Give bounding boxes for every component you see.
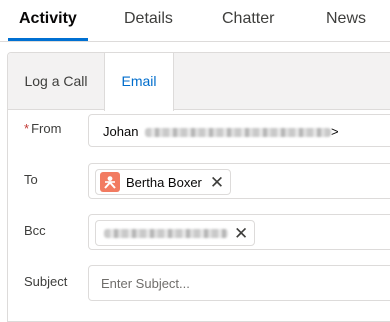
active-tab-indicator bbox=[8, 38, 88, 41]
from-value: Johan > bbox=[103, 124, 339, 139]
bcc-recipient-pill: ✕ bbox=[95, 220, 256, 246]
remove-bcc-close-icon[interactable]: ✕ bbox=[234, 225, 248, 242]
tab-details[interactable]: Details bbox=[124, 10, 173, 28]
bcc-label: Bcc bbox=[24, 223, 46, 238]
subject-input[interactable]: Enter Subject... bbox=[88, 265, 390, 301]
bcc-field[interactable]: ✕ bbox=[88, 214, 390, 250]
subject-placeholder: Enter Subject... bbox=[101, 276, 190, 291]
subtab-log-a-call[interactable]: Log a Call bbox=[8, 53, 104, 110]
redacted-email bbox=[145, 128, 332, 138]
tab-news[interactable]: News bbox=[326, 10, 366, 28]
from-field[interactable]: Johan > bbox=[88, 114, 390, 147]
composer-subtab-bar: Log a Call Email bbox=[8, 53, 390, 111]
to-field[interactable]: Bertha Boxer ✕ bbox=[88, 163, 390, 199]
from-label-group: * From bbox=[24, 121, 61, 136]
recipient-name: Bertha Boxer bbox=[126, 174, 202, 190]
from-label: From bbox=[31, 121, 62, 136]
tab-activity[interactable]: Activity bbox=[19, 10, 77, 28]
from-value-name: Johan bbox=[103, 124, 139, 139]
contact-icon bbox=[100, 172, 120, 192]
subject-label: Subject bbox=[24, 274, 68, 289]
required-marker: * bbox=[24, 121, 30, 136]
record-tab-bar: Activity Details Chatter News bbox=[0, 0, 390, 42]
to-label: To bbox=[24, 172, 38, 187]
redacted-bcc-email bbox=[104, 228, 228, 238]
from-value-suffix: > bbox=[331, 124, 339, 139]
subtab-email[interactable]: Email bbox=[104, 53, 174, 111]
tab-chatter[interactable]: Chatter bbox=[222, 10, 274, 28]
remove-recipient-close-icon[interactable]: ✕ bbox=[210, 174, 224, 191]
recipient-pill: Bertha Boxer ✕ bbox=[95, 169, 232, 195]
